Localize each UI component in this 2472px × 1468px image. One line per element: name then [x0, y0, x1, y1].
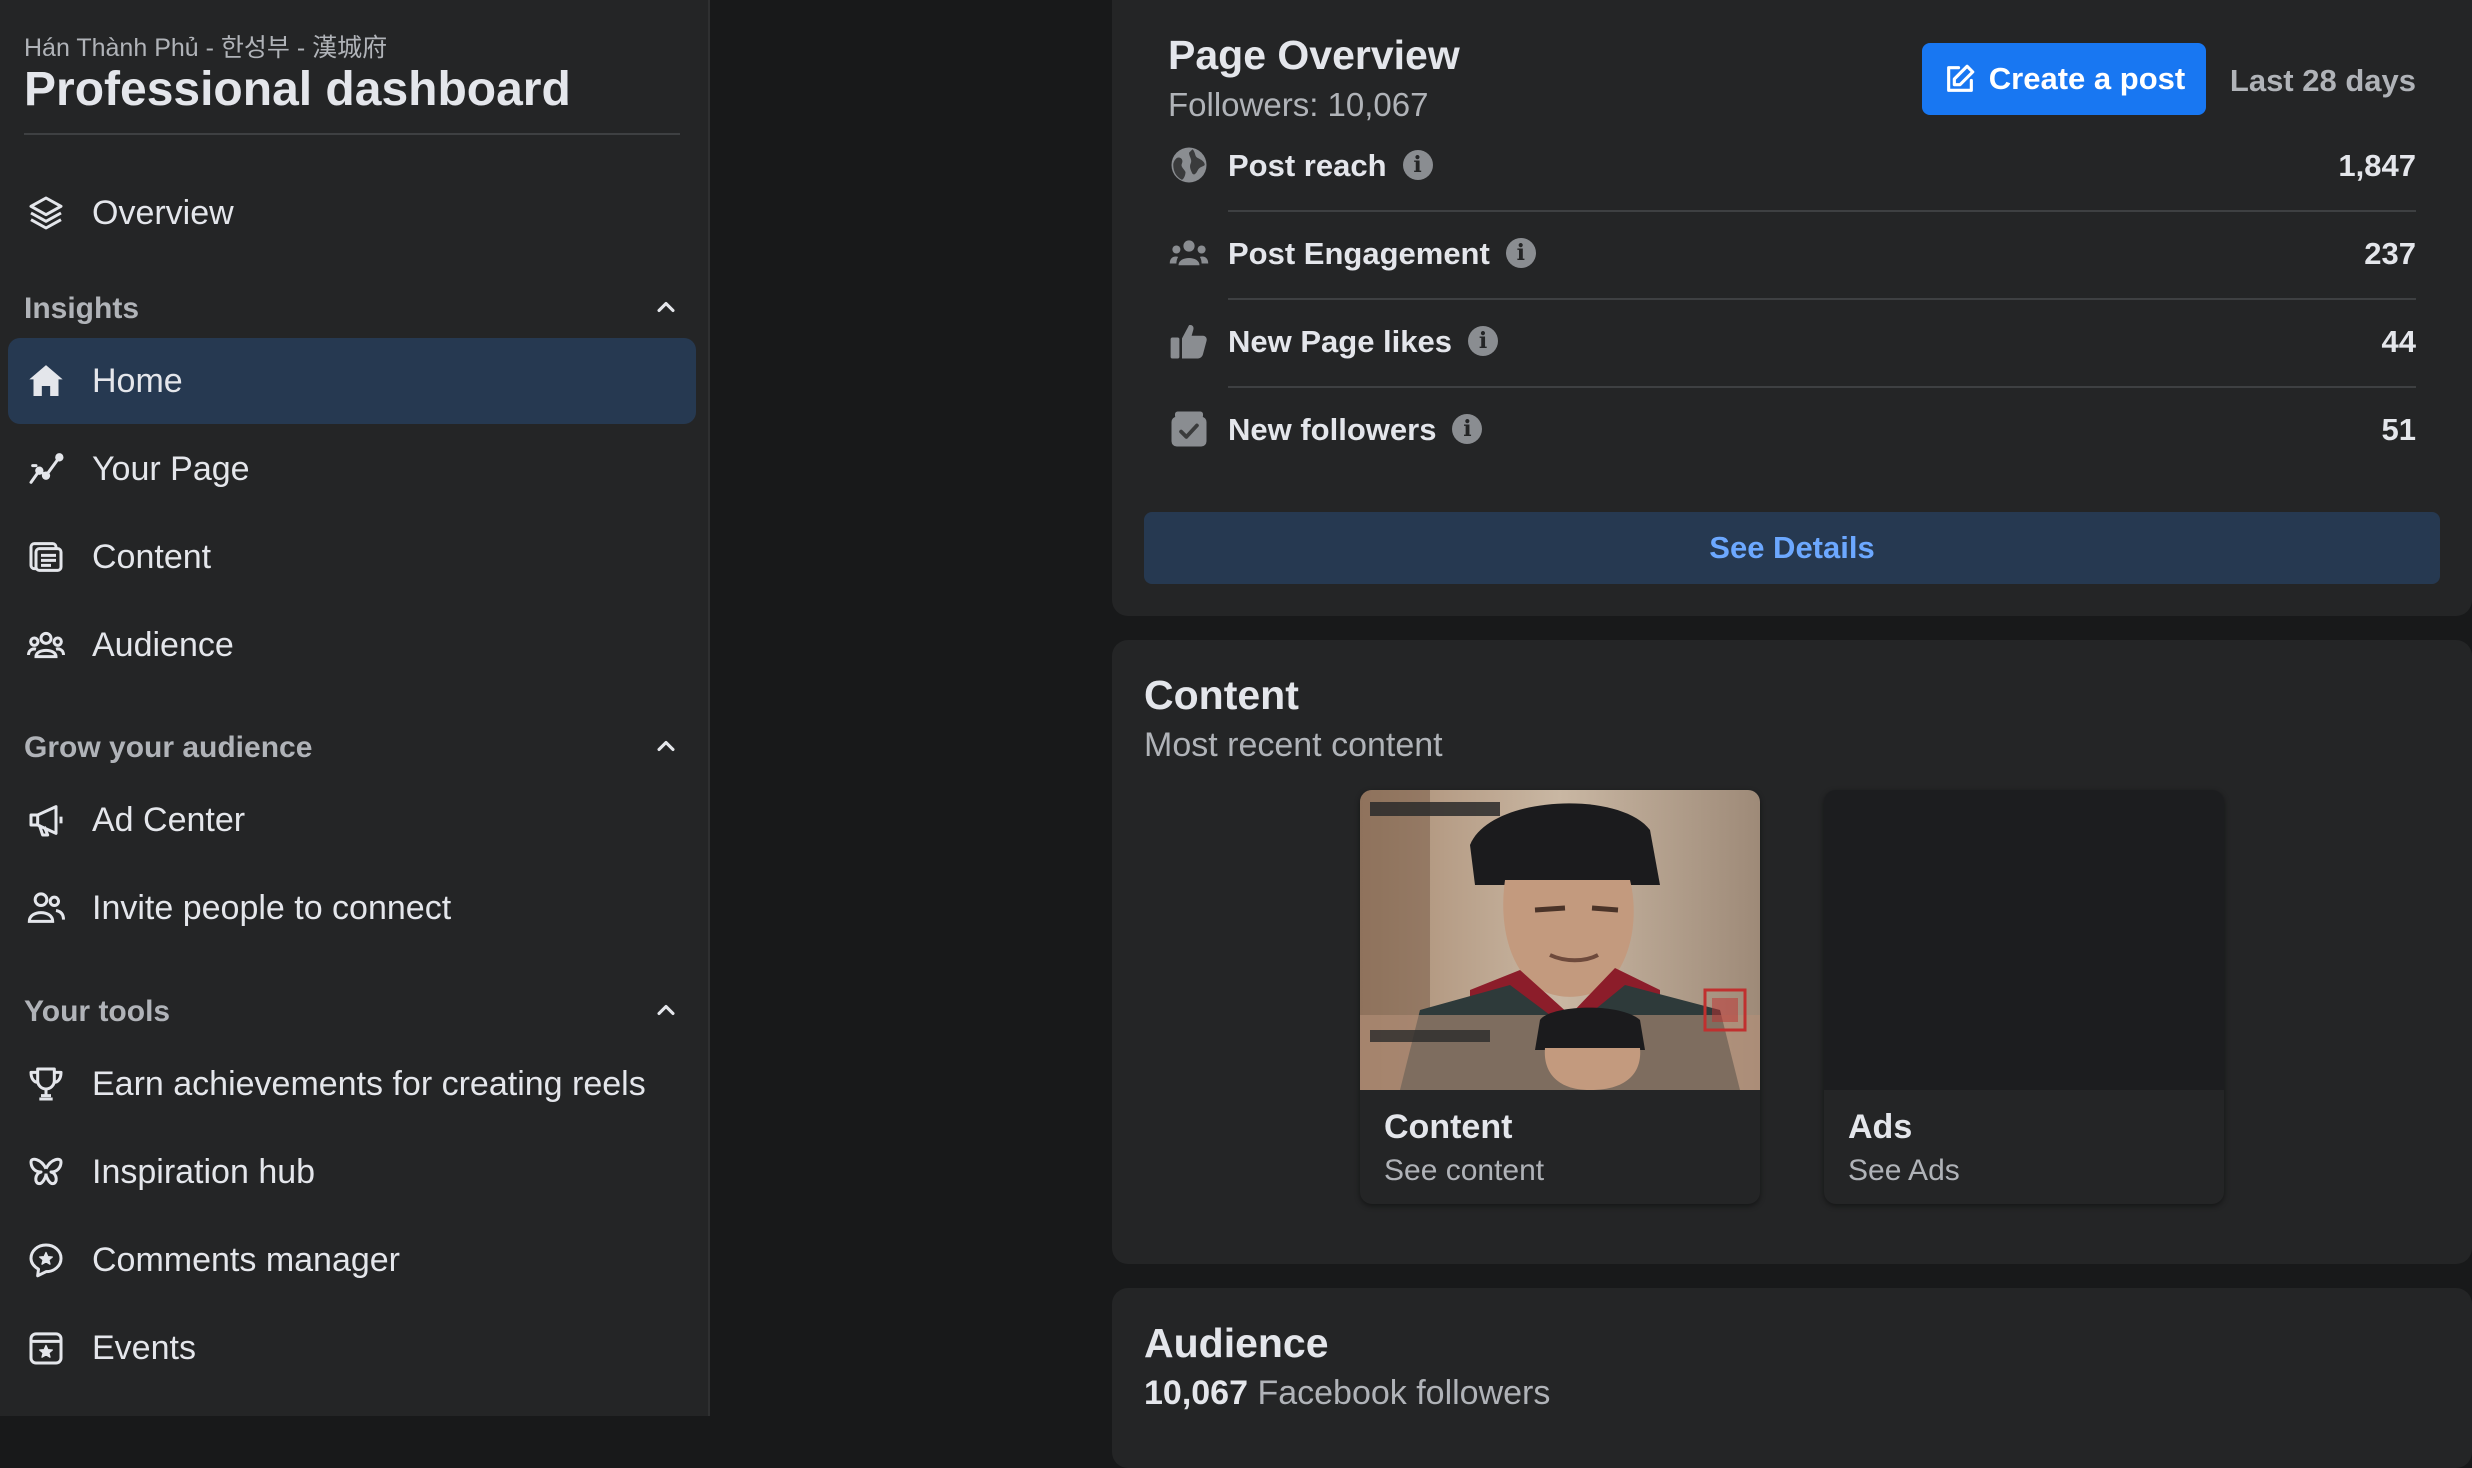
metric-label-text: New Page likes	[1228, 324, 1453, 359]
invite-people-icon	[24, 886, 68, 930]
tile-link[interactable]: See content	[1384, 1154, 1544, 1188]
sidebar-item-content[interactable]: Content	[8, 514, 696, 600]
sidebar-item-home[interactable]: Home	[8, 338, 696, 424]
create-post-label: Create a post	[1988, 61, 2186, 96]
sidebar-item-label: Content	[92, 537, 212, 576]
page-overview-card: Page Overview Followers: 10,067 Create a…	[1112, 0, 2472, 616]
content-tile[interactable]: Content See content	[1360, 790, 1760, 1204]
metric-label: Post reach i	[1228, 148, 1433, 184]
divider	[24, 133, 680, 135]
sidebar-item-invite[interactable]: Invite people to connect	[8, 865, 696, 951]
audience-title: Audience	[1144, 1320, 1329, 1366]
layers-icon	[24, 191, 68, 235]
sidebar-item-label: Audience	[92, 625, 234, 664]
audience-followers-count: 10,067	[1144, 1374, 1248, 1412]
content-title: Content	[1144, 672, 1299, 718]
edit-icon	[1946, 64, 1975, 92]
ads-thumbnail	[1824, 790, 2224, 1090]
section-insights-header[interactable]: Insights	[24, 289, 680, 329]
butterfly-icon	[24, 1150, 68, 1194]
sidebar-item-overview[interactable]: Overview	[8, 170, 696, 256]
calendar-star-icon	[24, 1326, 68, 1370]
metric-value: 237	[2364, 236, 2416, 271]
chevron-up-icon	[652, 732, 680, 765]
sidebar-item-inspiration-hub[interactable]: Inspiration hub	[8, 1129, 696, 1215]
metric-post-reach: Post reach i 1,847	[1168, 124, 2416, 212]
sidebar-item-label: Ad Center	[92, 800, 246, 839]
sidebar-item-ad-center[interactable]: Ad Center	[8, 777, 696, 863]
sidebar-item-label: Your Page	[92, 449, 250, 488]
sidebar-item-events[interactable]: Events	[8, 1305, 696, 1391]
dashboard-title: Professional dashboard	[24, 63, 571, 116]
globe-icon	[1168, 144, 1212, 188]
info-icon[interactable]: i	[1452, 413, 1483, 444]
see-details-button[interactable]: See Details	[1144, 512, 2440, 584]
content-subtitle: Most recent content	[1144, 726, 1443, 764]
trend-icon	[24, 447, 68, 491]
megaphone-icon	[24, 798, 68, 842]
sidebar-item-audience[interactable]: Audience	[8, 602, 696, 688]
metric-new-page-likes: New Page likes i 44	[1168, 300, 2416, 388]
sidebar-item-achievements[interactable]: Earn achievements for creating reels	[8, 1041, 696, 1127]
content-card: Content Most recent content Content See …	[1112, 640, 2472, 1264]
metric-value: 44	[2381, 324, 2416, 359]
sidebar-item-label: Earn achievements for creating reels	[92, 1064, 646, 1103]
sidebar: Hán Thành Phủ - 한성부 - 漢城府 Professional d…	[0, 0, 710, 1416]
tile-link[interactable]: See Ads	[1848, 1154, 1960, 1188]
sidebar-item-your-page[interactable]: Your Page	[8, 426, 696, 512]
page-name: Hán Thành Phủ - 한성부 - 漢城府	[24, 34, 388, 62]
section-label: Your tools	[24, 995, 171, 1028]
sidebar-item-comments-manager[interactable]: Comments manager	[8, 1217, 696, 1303]
metric-label: New followers i	[1228, 412, 1483, 448]
chevron-up-icon	[652, 996, 680, 1029]
home-icon	[24, 359, 68, 403]
comment-star-icon	[24, 1238, 68, 1282]
audience-followers: 10,067 Facebook followers	[1144, 1374, 1550, 1413]
metric-label: Post Engagement i	[1228, 236, 1536, 272]
trophy-icon	[24, 1062, 68, 1106]
sidebar-item-label: Inspiration hub	[92, 1152, 316, 1191]
date-range-selector[interactable]: Last 28 days	[2230, 63, 2416, 99]
content-icon	[24, 535, 68, 579]
audience-card: Audience 10,067 Facebook followers	[1112, 1288, 2472, 1468]
section-label: Grow your audience	[24, 731, 313, 764]
page-overview-title: Page Overview	[1168, 32, 1460, 78]
metric-label-text: New followers	[1228, 412, 1437, 447]
content-thumbnail	[1360, 790, 1760, 1090]
info-icon[interactable]: i	[1468, 325, 1499, 356]
section-grow-header[interactable]: Grow your audience	[24, 728, 680, 768]
info-icon[interactable]: i	[1402, 149, 1433, 180]
sidebar-item-label: Comments manager	[92, 1240, 401, 1279]
metric-value: 1,847	[2338, 148, 2416, 183]
create-post-button[interactable]: Create a post	[1922, 43, 2206, 115]
section-tools-header[interactable]: Your tools	[24, 992, 680, 1032]
metric-label-text: Post Engagement	[1228, 236, 1490, 271]
metric-post-engagement: Post Engagement i 237	[1168, 212, 2416, 300]
sidebar-item-label: Invite people to connect	[92, 888, 452, 927]
sidebar-item-label: Home	[92, 361, 183, 400]
chevron-up-icon	[652, 293, 680, 326]
ads-tile[interactable]: Ads See Ads	[1824, 790, 2224, 1204]
tile-label: Content	[1384, 1108, 1513, 1146]
metric-new-followers: New followers i 51	[1168, 388, 2416, 476]
sidebar-item-label: Overview	[92, 193, 234, 232]
tile-label: Ads	[1848, 1108, 1913, 1146]
metric-label-text: Post reach	[1228, 148, 1387, 183]
people-group-icon	[24, 623, 68, 667]
thumbs-up-icon	[1168, 320, 1212, 364]
metric-value: 51	[2381, 412, 2416, 447]
audience-followers-text: Facebook followers	[1257, 1374, 1551, 1412]
followers-count: Followers: 10,067	[1168, 86, 1429, 123]
section-label: Insights	[24, 292, 140, 325]
people-icon	[1168, 232, 1212, 276]
sidebar-item-label: Events	[92, 1328, 196, 1367]
info-icon[interactable]: i	[1505, 237, 1536, 268]
follower-check-icon	[1168, 408, 1212, 452]
metric-label: New Page likes i	[1228, 324, 1499, 360]
